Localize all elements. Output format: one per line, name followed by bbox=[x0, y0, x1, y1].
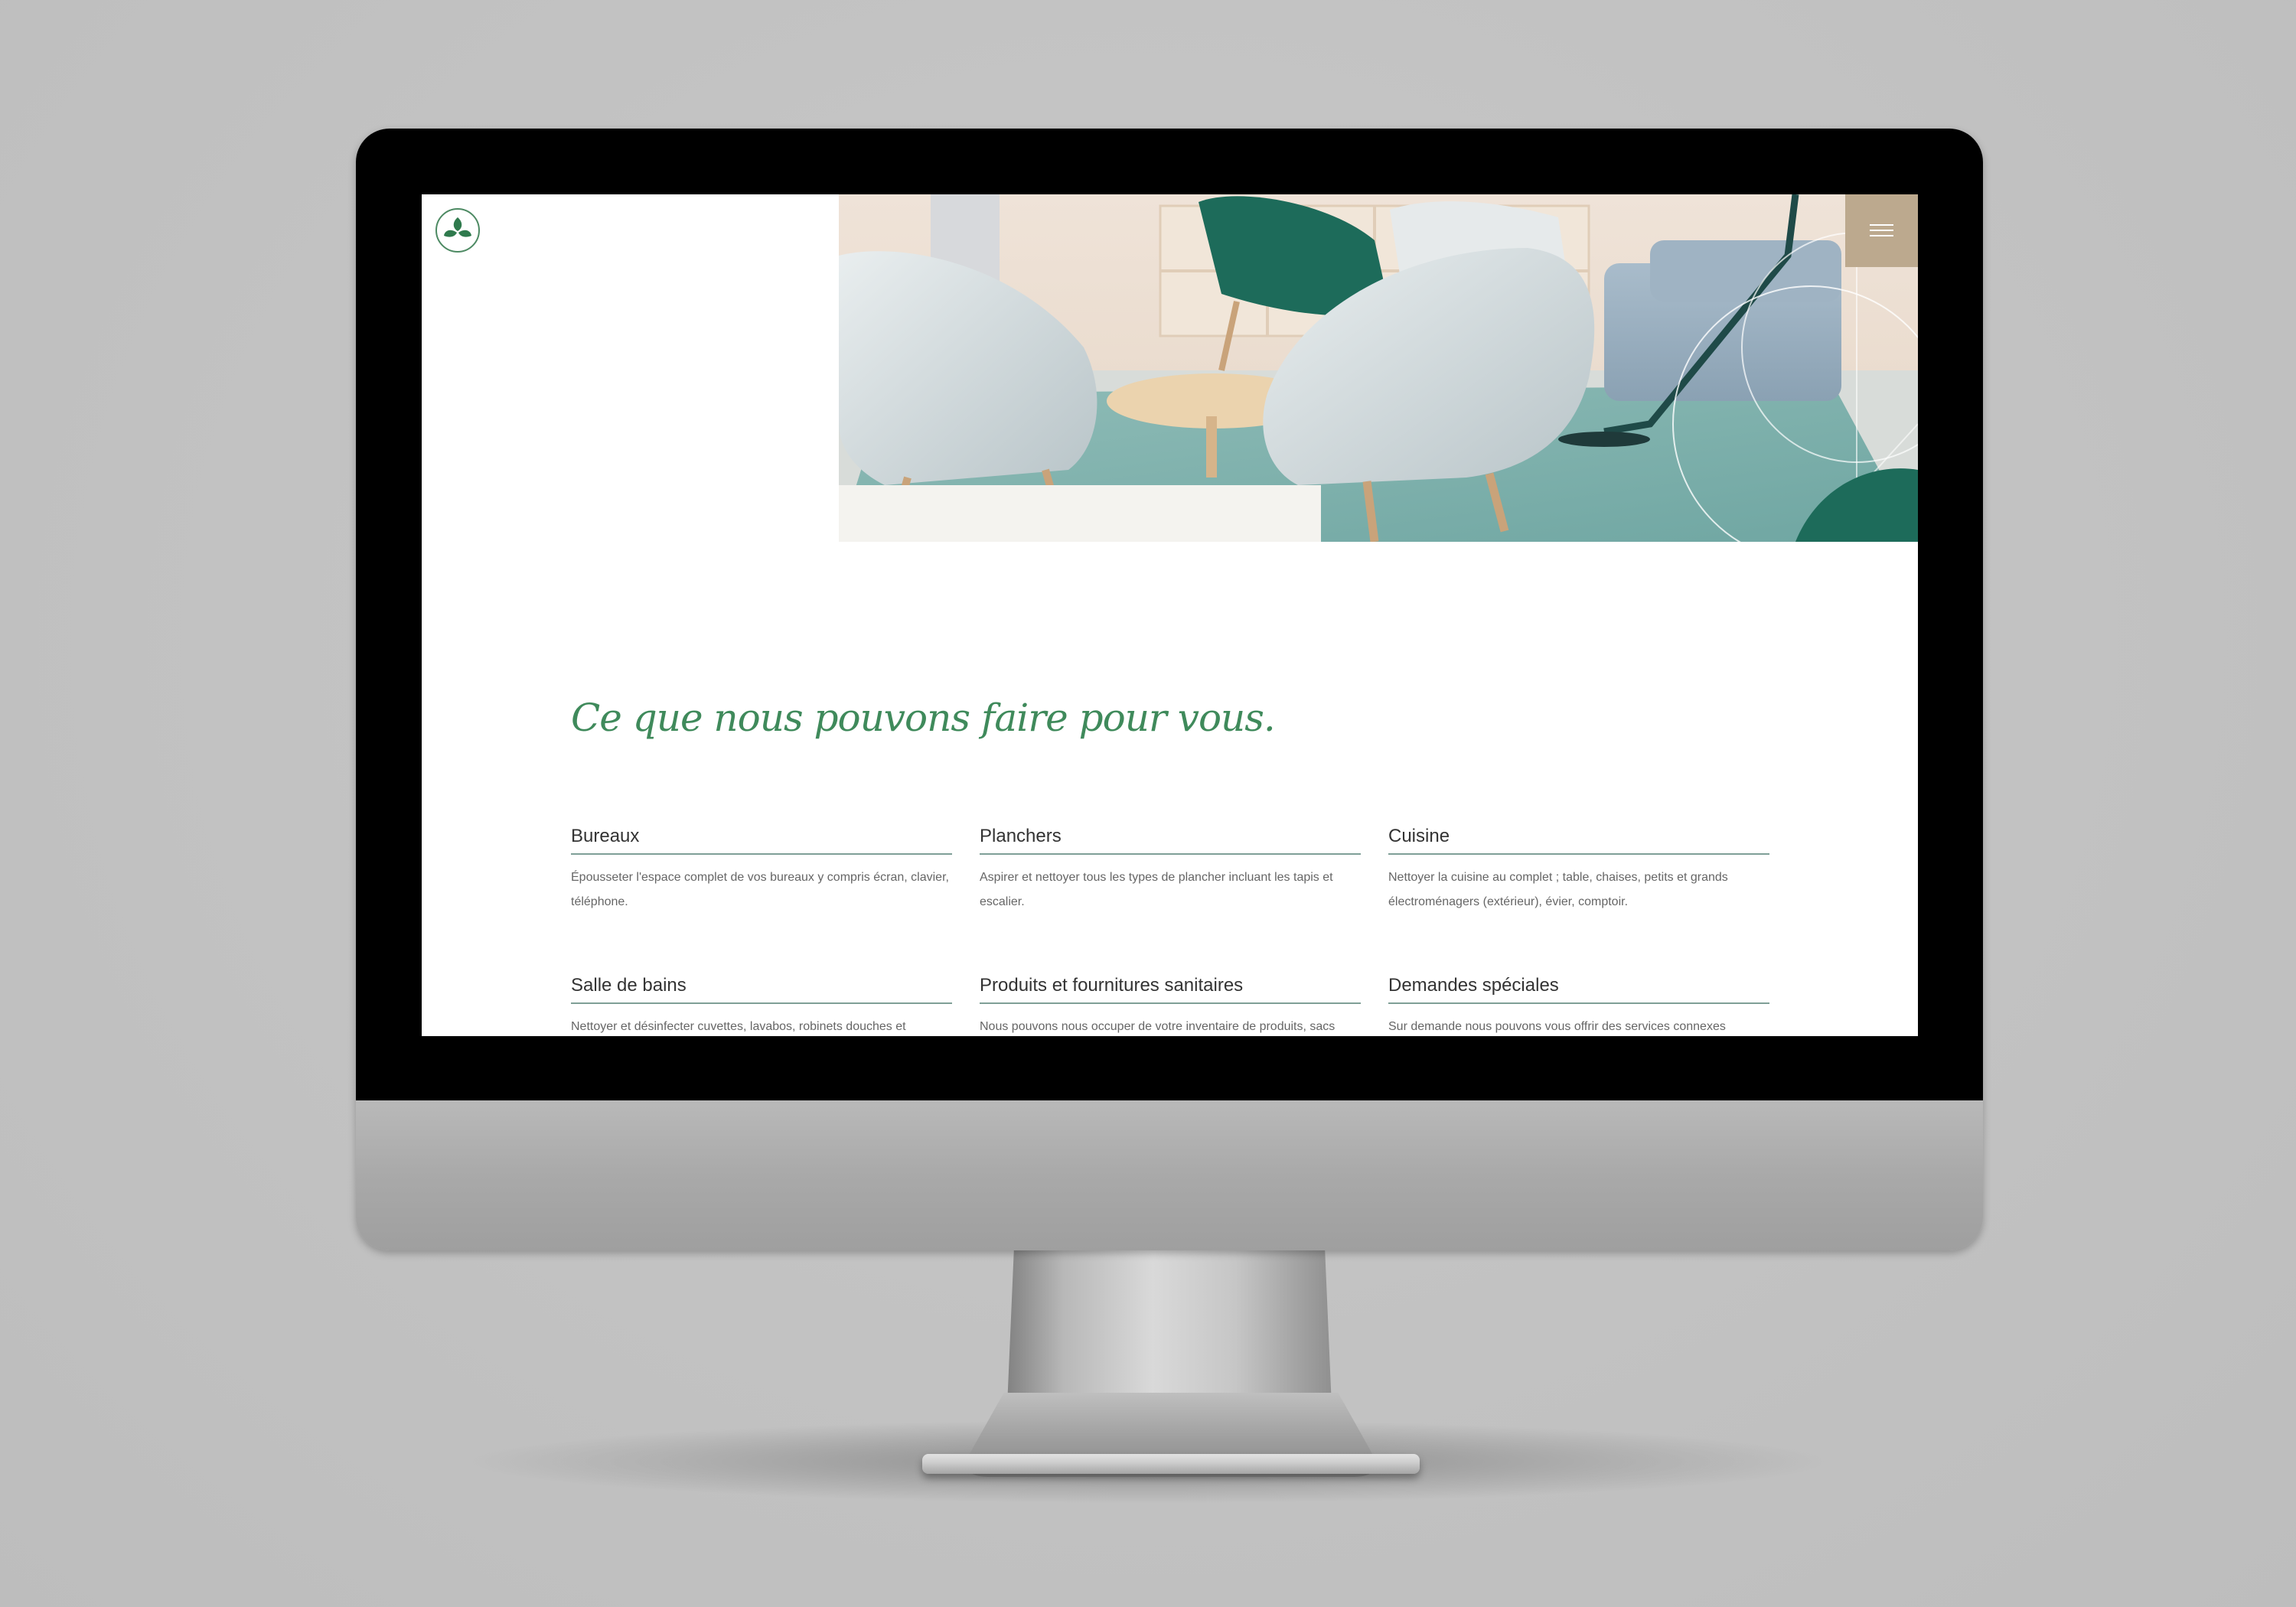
website-screen: Ce que nous pouvons faire pour vous. Bur… bbox=[422, 194, 1918, 1036]
service-description: Nettoyer la cuisine au complet ; table, … bbox=[1388, 871, 1728, 908]
service-title: Cuisine bbox=[1388, 824, 1769, 855]
hamburger-menu-icon[interactable] bbox=[1845, 194, 1918, 267]
menu-line bbox=[1870, 235, 1893, 236]
hero-image bbox=[839, 194, 1918, 542]
hero-illustration bbox=[839, 194, 1918, 542]
leaf-logo-icon[interactable] bbox=[435, 208, 480, 253]
service-description: Nettoyer et désinfecter cuvettes, lavabo… bbox=[571, 1020, 906, 1033]
service-title: Bureaux bbox=[571, 824, 952, 855]
monitor-stand-base bbox=[922, 1454, 1420, 1474]
service-title: Salle de bains bbox=[571, 973, 952, 1004]
service-card: Demandes spéciales Sur demande nous pouv… bbox=[1388, 973, 1769, 1036]
menu-line bbox=[1870, 230, 1893, 231]
service-card: Salle de bains Nettoyer et désinfecter c… bbox=[571, 973, 952, 1036]
monitor-chin bbox=[356, 1100, 1983, 1250]
service-card: Bureaux Épousseter l'espace complet de v… bbox=[571, 824, 952, 914]
service-card: Produits et fournitures sanitaires Nous … bbox=[980, 973, 1361, 1036]
service-description: Épousseter l'espace complet de vos burea… bbox=[571, 871, 949, 908]
service-card: Cuisine Nettoyer la cuisine au complet ;… bbox=[1388, 824, 1769, 914]
service-description: Aspirer et nettoyer tous les types de pl… bbox=[980, 871, 1333, 908]
service-title: Produits et fournitures sanitaires bbox=[980, 973, 1361, 1004]
service-title: Demandes spéciales bbox=[1388, 973, 1769, 1004]
service-description: Sur demande nous pouvons vous offrir des… bbox=[1388, 1020, 1726, 1033]
service-title: Planchers bbox=[980, 824, 1361, 855]
service-description: Nous pouvons nous occuper de votre inven… bbox=[980, 1020, 1336, 1033]
monitor: Ce que nous pouvons faire pour vous. Bur… bbox=[356, 129, 1983, 1250]
service-card: Planchers Aspirer et nettoyer tous les t… bbox=[980, 824, 1361, 914]
menu-line bbox=[1870, 224, 1893, 226]
section-heading: Ce que nous pouvons faire pour vous. bbox=[571, 696, 1276, 740]
